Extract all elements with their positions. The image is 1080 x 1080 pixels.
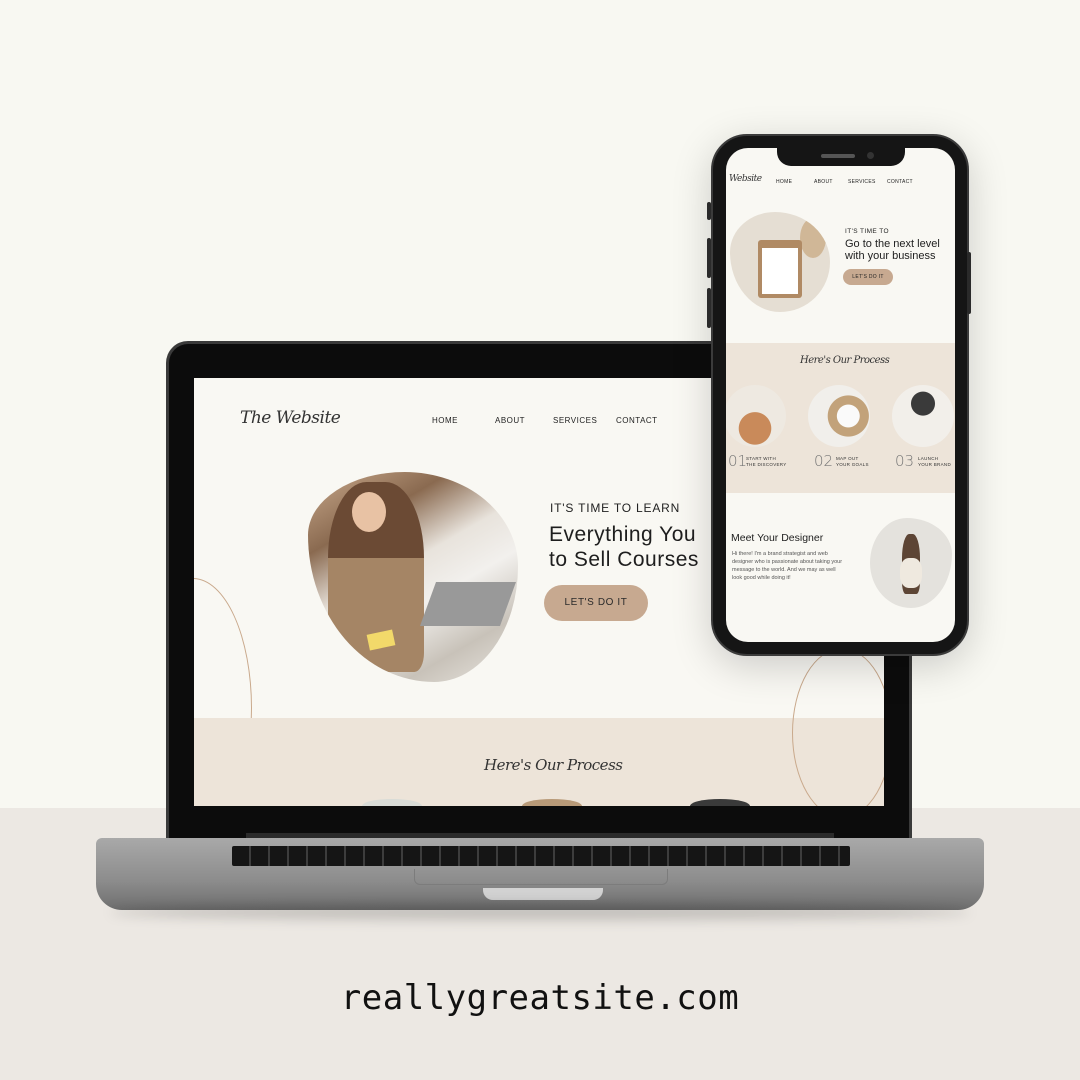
laptop-shadow	[110, 904, 970, 920]
step-3-image	[892, 385, 954, 447]
site-logo[interactable]: The Website	[240, 408, 341, 428]
nav-about[interactable]: ABOUT	[495, 416, 525, 425]
process-image-1	[362, 799, 422, 806]
mobile-hero-kicker: IT'S TIME TO	[845, 228, 889, 235]
mobile-hero-photo	[730, 212, 830, 312]
phone-mute-switch	[707, 202, 711, 220]
phone-volume-down	[707, 288, 711, 328]
step-3-label: LAUNCH YOUR BRAND	[918, 456, 952, 467]
mobile-hero-headline: Go to the next level with your business	[845, 238, 940, 262]
laptop-keyboard	[232, 846, 850, 866]
phone-notch	[777, 148, 905, 166]
mobile-logo[interactable]: Website	[729, 174, 762, 184]
step-3-number: 03	[895, 452, 915, 470]
nav-home[interactable]: HOME	[432, 416, 458, 425]
nav-contact[interactable]: CONTACT	[616, 416, 658, 425]
designer-bio: Hi there! I'm a brand strategist and web…	[732, 551, 843, 581]
mobile-nav-home[interactable]: HOME	[776, 179, 792, 185]
mobile-process-title: Here's Our Process	[800, 355, 890, 366]
phone-volume-up	[707, 238, 711, 278]
mobile-hero-headline-line2: with your business	[845, 250, 936, 262]
mobile-nav-services[interactable]: SERVICES	[848, 179, 876, 185]
step-1-number: 01	[728, 452, 748, 470]
mobile-hero-headline-line1: Go to the next level	[845, 238, 940, 250]
hero-cta-button[interactable]: LET'S DO IT	[544, 585, 648, 621]
process-image-3	[690, 799, 750, 806]
step-1-image	[726, 385, 786, 447]
mobile-hero-cta-button[interactable]: LET'S DO IT	[843, 269, 893, 285]
laptop-notch	[483, 888, 603, 900]
laptop-trackpad	[414, 869, 668, 885]
phone-power-button	[967, 252, 971, 314]
step-1-label: START WITH THE DISCOVERY	[746, 456, 787, 467]
decorative-curve-right	[792, 648, 884, 806]
footer-url: reallygreatsite.com	[340, 978, 740, 1018]
phone-screen: Website HOME ABOUT SERVICES CONTACT IT'S…	[726, 148, 955, 642]
designer-title: Meet Your Designer	[731, 532, 824, 544]
hero-photo	[308, 472, 518, 682]
hero-kicker: IT'S TIME TO LEARN	[550, 501, 681, 515]
process-image-2	[522, 799, 582, 806]
designer-photo	[870, 518, 952, 608]
nav-services[interactable]: SERVICES	[553, 416, 597, 425]
process-title: Here's Our Process	[484, 756, 623, 774]
step-2-image	[808, 385, 870, 447]
step-2-label: MAP OUT YOUR GOALS	[836, 456, 869, 467]
mobile-nav-about[interactable]: ABOUT	[814, 179, 833, 185]
mobile-nav-contact[interactable]: CONTACT	[887, 179, 913, 185]
step-2-number: 02	[814, 452, 834, 470]
